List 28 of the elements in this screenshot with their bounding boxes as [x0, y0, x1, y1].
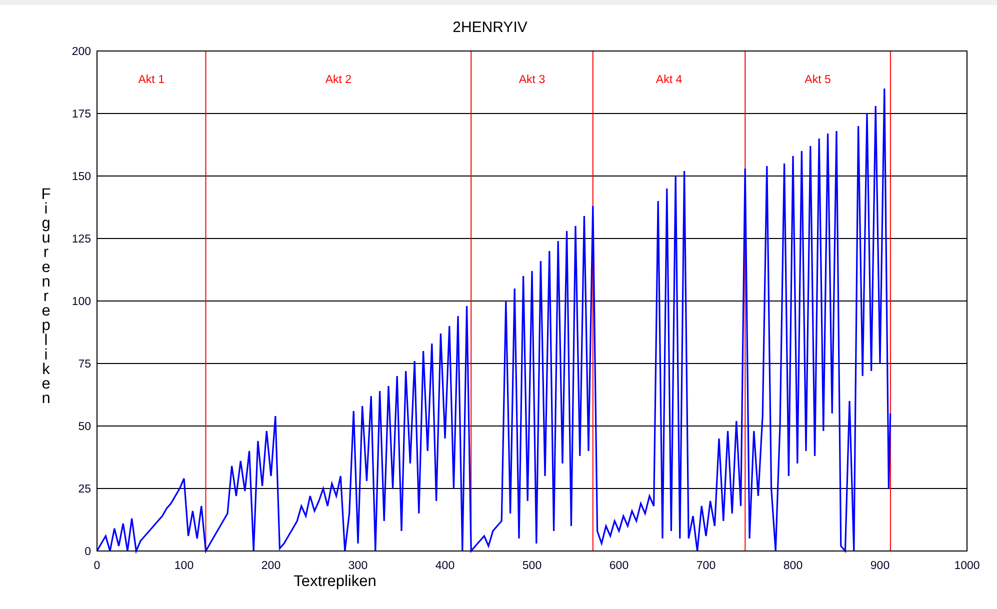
chart-title: 2HENRYIV	[452, 19, 528, 36]
tick-label: 150	[72, 171, 91, 183]
tick-label: 700	[696, 560, 716, 572]
tick-label: 100	[72, 296, 91, 308]
tick-label: 200	[261, 560, 281, 572]
tick-label: 100	[174, 560, 194, 572]
act-label: Akt 2	[325, 74, 352, 86]
tick-label: 0	[84, 546, 91, 558]
tick-label: 900	[870, 560, 890, 572]
tick-label: 800	[783, 560, 803, 572]
tick-label: 0	[94, 560, 100, 572]
tick-label: 600	[609, 560, 629, 572]
act-label: Akt 1	[138, 74, 164, 86]
act-label: Akt 5	[804, 74, 831, 86]
act-label: Akt 3	[518, 74, 546, 86]
tick-label: 25	[78, 484, 91, 496]
tick-label: 200	[72, 46, 91, 58]
act-label: Akt 4	[656, 74, 682, 86]
tick-label: 500	[522, 560, 542, 572]
tick-label: 75	[78, 358, 91, 370]
tick-label: 1000	[954, 560, 980, 572]
x-axis-title: Textrepliken	[294, 573, 376, 590]
tick-label: 400	[435, 560, 455, 572]
tick-label: 175	[72, 108, 91, 120]
tick-label: 300	[348, 560, 368, 572]
tick-label: 125	[72, 234, 91, 246]
y-axis-title: Figurenrepliken	[41, 186, 51, 408]
tick-label: 50	[78, 421, 91, 433]
